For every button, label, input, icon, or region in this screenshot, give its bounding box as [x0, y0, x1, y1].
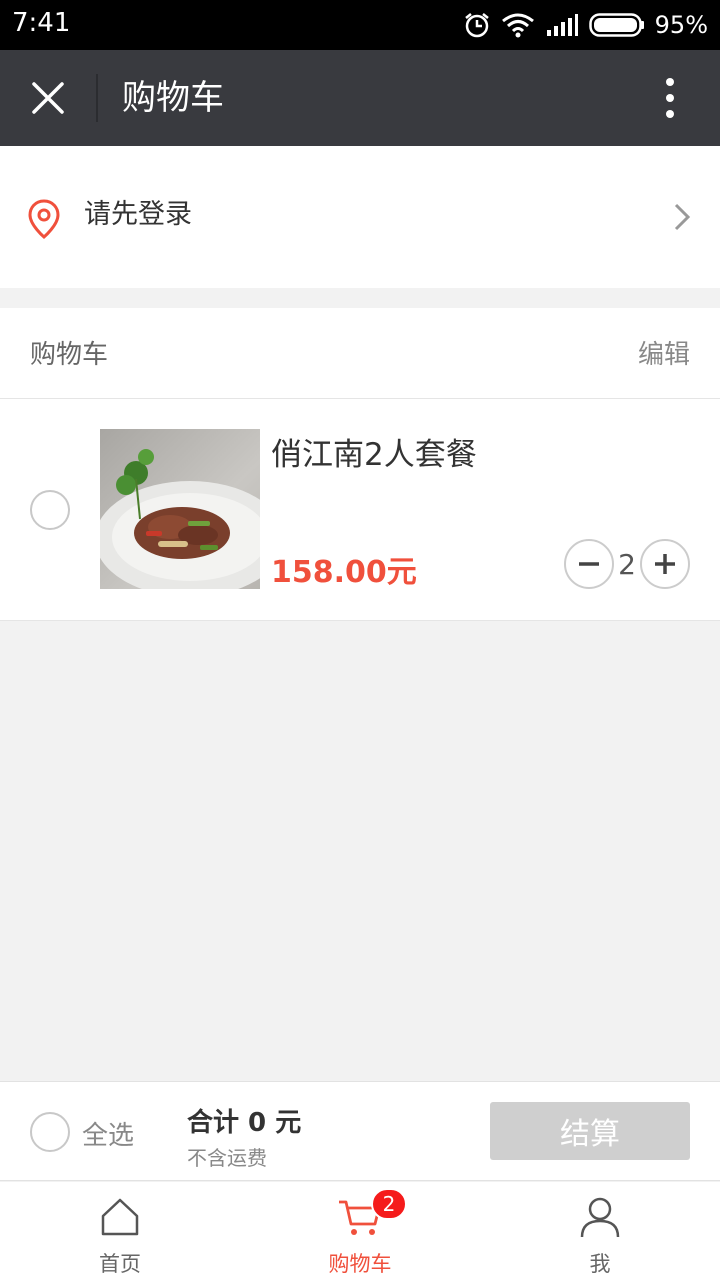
quantity-stepper: 2: [564, 539, 690, 589]
item-checkbox[interactable]: [30, 490, 70, 530]
signal-icon: [546, 14, 578, 36]
tab-home-icon-wrap: [99, 1194, 141, 1240]
tab-home-label: 首页: [99, 1252, 141, 1276]
select-all-label[interactable]: 全选: [82, 1115, 134, 1152]
location-pin-icon: [28, 199, 60, 239]
login-row[interactable]: 请先登录: [0, 146, 720, 288]
cart-badge: 2: [371, 1188, 407, 1220]
checkout-button[interactable]: 结算: [490, 1102, 690, 1160]
quantity-value: 2: [618, 547, 636, 581]
user-icon: [580, 1197, 620, 1238]
more-menu-button[interactable]: [648, 74, 692, 122]
tab-me-label: 我: [589, 1252, 611, 1276]
decrease-button[interactable]: [564, 539, 614, 589]
more-dot-icon: [666, 78, 674, 86]
cart-item: 俏江南2人套餐 158.00元 2: [0, 399, 720, 621]
close-button[interactable]: [18, 68, 78, 128]
increase-button[interactable]: [640, 539, 690, 589]
login-prompt: 请先登录: [84, 199, 192, 230]
more-dot-icon: [666, 110, 674, 118]
title-bar: 购物车: [0, 50, 720, 146]
item-thumbnail[interactable]: [100, 429, 260, 589]
select-all-checkbox[interactable]: [30, 1112, 70, 1152]
tab-cart[interactable]: 2 购物车: [240, 1182, 480, 1280]
plus-icon: [655, 554, 675, 574]
chevron-right-icon: [674, 203, 691, 231]
tab-cart-label: 购物车: [328, 1252, 392, 1276]
minus-icon: [579, 562, 599, 566]
battery-percent: 95%: [654, 11, 708, 39]
edit-button[interactable]: 编辑: [638, 334, 690, 371]
status-icons: 95%: [463, 8, 708, 42]
food-image: [100, 449, 260, 589]
cart-header: 购物车 编辑: [0, 308, 720, 399]
item-name[interactable]: 俏江南2人套餐: [271, 429, 477, 474]
cart-header-title: 购物车: [30, 340, 109, 370]
tab-cart-icon-wrap: 2: [337, 1188, 407, 1240]
tab-me[interactable]: 我: [480, 1182, 720, 1280]
title-divider: [96, 74, 98, 122]
home-icon: [101, 1198, 139, 1236]
alarm-icon: [464, 13, 489, 38]
shipping-note: 不含运费: [187, 1146, 267, 1170]
page-title: 购物车: [122, 78, 224, 118]
battery-icon: [588, 13, 644, 37]
status-time: 7:41: [12, 8, 71, 38]
cart-section: 购物车 编辑 俏江南2人套餐 158.00元 2: [0, 308, 720, 621]
total-amount: 合计 0 元: [187, 1108, 302, 1138]
close-icon: [32, 82, 64, 114]
tab-bar: 首页 2 购物车 我: [0, 1182, 720, 1280]
checkout-bar: 全选 合计 0 元 不含运费 结算: [0, 1081, 720, 1181]
item-price: 158.00元: [271, 555, 417, 590]
wifi-icon: [501, 13, 534, 38]
status-bar: 7:41 95%: [0, 0, 720, 50]
more-dot-icon: [666, 94, 674, 102]
tab-home[interactable]: 首页: [0, 1182, 240, 1280]
tab-me-icon-wrap: [579, 1194, 621, 1240]
